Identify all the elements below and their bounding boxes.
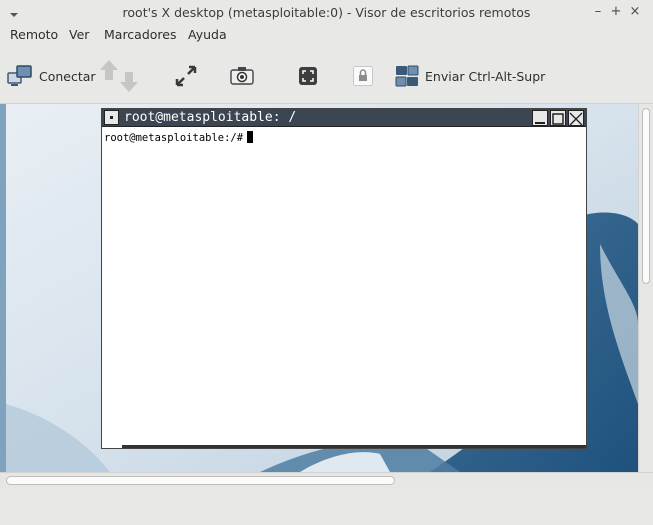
- scale-button[interactable]: [298, 58, 318, 94]
- terminal-title: root@metasploitable: /: [124, 110, 297, 125]
- scale-icon: [299, 67, 317, 85]
- transfer-arrows-icon: [100, 60, 138, 92]
- fullscreen-button[interactable]: [174, 58, 198, 94]
- connect-icon: [7, 65, 32, 86]
- menu-marcadores[interactable]: Marcadores: [104, 27, 177, 42]
- vertical-scrollbar[interactable]: [638, 104, 653, 472]
- vertical-scrollbar-thumb[interactable]: [642, 108, 650, 284]
- terminal-window[interactable]: root@metasploitable: / root@metasploitab…: [101, 108, 587, 449]
- send-ctrl-alt-del-label: Enviar Ctrl-Alt-Supr: [425, 68, 546, 84]
- terminal-content[interactable]: root@metasploitable:/#: [104, 131, 254, 144]
- terminal-titlebar[interactable]: root@metasploitable: /: [102, 109, 586, 127]
- menu-ver[interactable]: Ver: [69, 27, 89, 42]
- horizontal-scrollbar-thumb[interactable]: [6, 476, 395, 485]
- terminal-menu-button[interactable]: [104, 110, 119, 125]
- menu-ayuda[interactable]: Ayuda: [188, 27, 227, 42]
- terminal-prompt: root@metasploitable:/#: [104, 132, 244, 144]
- minimize-button[interactable]: –: [590, 4, 606, 20]
- remote-desktop-viewer-window: root's X desktop (metasploitable:0) - Vi…: [0, 0, 653, 525]
- send-keys-icon: [395, 65, 419, 87]
- window-title: root's X desktop (metasploitable:0) - Vi…: [122, 5, 531, 20]
- terminal-maximize-button[interactable]: [550, 110, 566, 126]
- minimize-icon: [535, 122, 545, 124]
- title-bar: root's X desktop (metasploitable:0) - Vi…: [0, 0, 653, 26]
- terminal-minimize-button[interactable]: [532, 110, 548, 126]
- close-button[interactable]: ×: [627, 4, 643, 20]
- screenshot-button[interactable]: [230, 58, 254, 94]
- connect-button[interactable]: Conectar: [7, 58, 96, 94]
- camera-icon: [230, 67, 254, 85]
- terminal-close-button[interactable]: [568, 110, 584, 126]
- lock-icon: [353, 66, 373, 86]
- maximize-button[interactable]: +: [608, 4, 624, 20]
- toolbar: Conectar Enviar Ctrl-Alt-Supr: [0, 48, 653, 104]
- menu-remoto[interactable]: Remoto: [10, 27, 58, 42]
- fullscreen-arrows-icon: [175, 65, 197, 87]
- connect-label: Conectar: [39, 68, 96, 84]
- horizontal-scrollbar[interactable]: [0, 472, 653, 488]
- keyboard-grab-button[interactable]: [353, 58, 373, 94]
- status-area: [0, 488, 653, 525]
- menu-bar: Remoto Ver Marcadores Ayuda: [0, 26, 653, 46]
- transfer-button[interactable]: [99, 58, 141, 94]
- remote-desktop-viewport[interactable]: root@metasploitable: / root@metasploitab…: [0, 104, 638, 472]
- terminal-bottom-border: [122, 445, 586, 448]
- maximize-icon: [552, 113, 564, 125]
- close-icon: [569, 112, 583, 126]
- send-ctrl-alt-del-button[interactable]: Enviar Ctrl-Alt-Supr: [395, 58, 545, 94]
- terminal-cursor: [247, 131, 254, 143]
